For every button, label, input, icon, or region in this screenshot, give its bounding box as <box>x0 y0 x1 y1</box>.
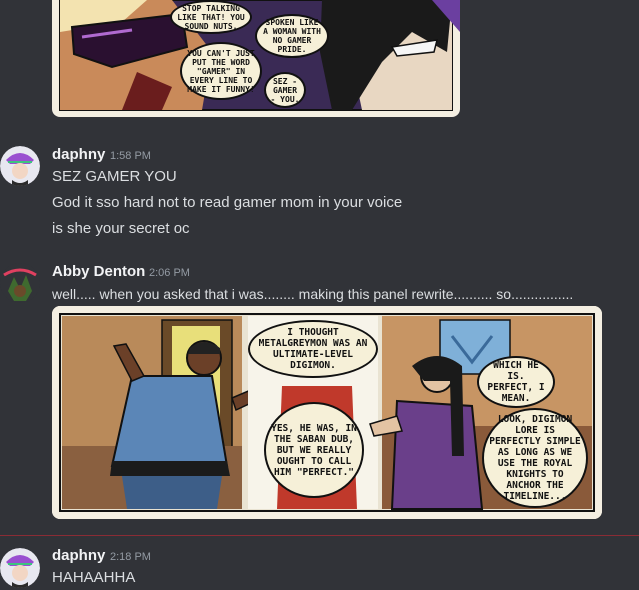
speech-bubble: I THOUGHT METALGREYMON WAS AN ULTIMATE-L… <box>248 320 378 378</box>
speech-bubble: YES, HE WAS, IN THE SABAN DUB, BUT WE RE… <box>264 402 364 498</box>
user-avatar[interactable] <box>0 548 40 588</box>
speech-bubble: SPOKEN LIKE A WOMAN WITH NO GAMER PRIDE. <box>255 14 329 58</box>
speech-bubble: STOP TALKING LIKE THAT! YOU SOUND NUTS. <box>170 0 252 34</box>
speech-bubble: YOU CAN'T JUST PUT THE WORD "GAMER" IN E… <box>180 42 262 100</box>
speech-bubble: WHICH HE IS. PERFECT, I MEAN. <box>477 356 555 408</box>
user-avatar[interactable] <box>0 146 40 186</box>
message-text: God it sso hard not to read gamer mom in… <box>52 194 403 211</box>
message-text: HAHAAHHA <box>52 569 136 586</box>
avatar-image <box>0 146 40 186</box>
new-messages-divider <box>0 535 639 536</box>
avatar-image <box>0 263 40 303</box>
user-avatar[interactable] <box>0 263 40 303</box>
username[interactable]: daphny <box>52 547 105 564</box>
timestamp: 2:06 PM <box>149 267 190 279</box>
speech-bubble: LOOK, DIGIMON LORE IS PERFECTLY SIMPLE A… <box>482 408 588 508</box>
speech-bubble: SEZ - GAMER - YOU. <box>264 72 306 108</box>
image-attachment[interactable]: I THOUGHT METALGREYMON WAS AN ULTIMATE-L… <box>52 306 602 519</box>
timestamp: 2:18 PM <box>110 551 151 563</box>
message-text: well..... when you asked that i was.....… <box>52 286 574 302</box>
timestamp: 1:58 PM <box>110 150 151 162</box>
message-text: is she your secret oc <box>52 220 190 237</box>
message-text: SEZ GAMER YOU <box>52 168 177 185</box>
username[interactable]: daphny <box>52 146 105 163</box>
avatar-image <box>0 548 40 588</box>
username[interactable]: Abby Denton <box>52 263 145 280</box>
image-attachment-top[interactable]: STOP TALKING LIKE THAT! YOU SOUND NUTS. … <box>52 0 460 117</box>
